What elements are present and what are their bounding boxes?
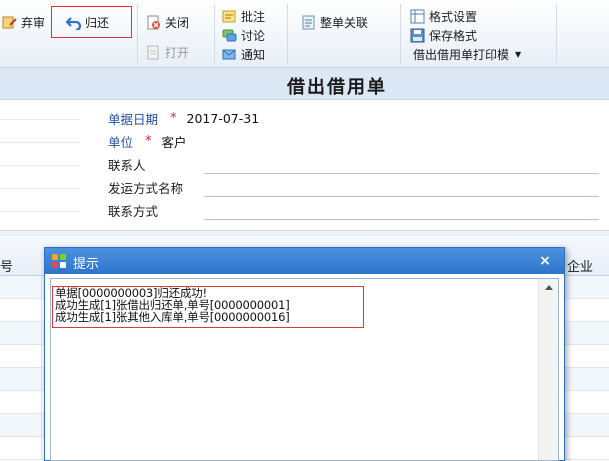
link-doc-icon <box>301 15 316 30</box>
left-field-line <box>0 188 80 189</box>
whole-link-button[interactable]: 整单关联 <box>301 12 368 32</box>
prompt-dialog: 提示 × 单据[0000000003]归还成功! 成功生成[1]张借出归还单,单… <box>44 247 565 461</box>
save-format-icon <box>410 28 425 43</box>
discuss-label: 讨论 <box>241 28 266 43</box>
close-doc-button[interactable]: 关闭 <box>146 12 189 32</box>
format-settings-icon <box>410 9 425 24</box>
shipping-method-field[interactable]: 发运方式名称 <box>108 177 599 197</box>
shipping-method-label: 发运方式名称 <box>108 180 184 196</box>
required-mark: * <box>145 133 152 149</box>
discuss-button[interactable]: 讨论 <box>222 25 265 45</box>
contact-info-input-line[interactable] <box>204 219 599 220</box>
contact-input-line[interactable] <box>204 173 599 174</box>
toolbar-separator <box>556 4 557 64</box>
notify-label: 通知 <box>241 47 266 62</box>
doc-date-value[interactable]: 2017-07-31 <box>187 111 260 126</box>
open-doc-label: 打开 <box>165 45 190 60</box>
left-field-line <box>0 211 80 212</box>
discuss-icon <box>222 28 237 43</box>
doc-date-field[interactable]: 单据日期 * 2017-07-31 <box>108 108 259 128</box>
doc-date-label: 单据日期 <box>108 111 159 127</box>
form-title-bar: 借出借用单 <box>0 68 609 100</box>
toolbar-separator <box>214 4 215 64</box>
contact-label: 联系人 <box>108 157 146 173</box>
whole-link-label: 整单关联 <box>320 15 369 30</box>
format-settings-label: 格式设置 <box>429 9 478 24</box>
toolbar-separator <box>287 4 288 64</box>
close-doc-label: 关闭 <box>165 15 190 30</box>
open-doc-button[interactable]: 打开 <box>146 42 189 62</box>
dialog-title: 提示 <box>73 257 100 272</box>
grid-header-right: 企业 <box>567 260 594 275</box>
save-format-button[interactable]: 保存格式 <box>410 25 477 45</box>
left-field-line <box>0 142 80 143</box>
unit-label: 单位 <box>108 134 134 150</box>
required-mark: * <box>170 110 177 126</box>
dialog-title-bar[interactable]: 提示 × <box>45 248 564 274</box>
notify-icon <box>222 47 237 62</box>
message-area[interactable]: 单据[0000000003]归还成功! 成功生成[1]张借出归还单,单号[000… <box>50 278 559 461</box>
notify-button[interactable]: 通知 <box>222 44 265 64</box>
form-title: 借出借用单 <box>287 77 387 98</box>
app-grid-icon <box>52 254 66 268</box>
return-label: 归还 <box>85 15 110 30</box>
contact-field[interactable]: 联系人 <box>108 154 599 174</box>
chevron-down-icon: ▼ <box>515 49 522 59</box>
return-icon <box>65 15 82 31</box>
scroll-up-arrow-icon[interactable] <box>545 285 553 290</box>
format-settings-button[interactable]: 格式设置 <box>410 6 477 26</box>
toolbar-separator <box>400 4 401 64</box>
abandon-audit-label: 弃审 <box>21 15 46 30</box>
open-doc-icon <box>146 45 161 60</box>
vertical-scrollbar[interactable] <box>538 279 558 460</box>
print-template-label: 借出借用单打印模 <box>413 47 510 62</box>
unit-value[interactable]: 客户 <box>162 132 187 151</box>
toolbar-separator <box>137 4 138 64</box>
abandon-icon <box>2 15 17 30</box>
annotate-icon <box>222 9 237 24</box>
contact-info-field[interactable]: 联系方式 <box>108 200 599 220</box>
save-format-label: 保存格式 <box>429 28 478 43</box>
annotate-button[interactable]: 批注 <box>222 6 265 26</box>
left-field-line <box>0 165 80 166</box>
close-icon[interactable]: × <box>536 252 554 270</box>
contact-info-label: 联系方式 <box>108 203 159 219</box>
return-button[interactable]: 归还 <box>65 12 110 32</box>
print-template-dropdown[interactable]: 借出借用单打印模 ▼ <box>413 44 521 64</box>
annotate-label: 批注 <box>241 9 266 24</box>
left-field-line <box>0 119 80 120</box>
shipping-method-input-line[interactable] <box>204 196 599 197</box>
toolbar: 弃审 归还 关闭 打开 批注 讨论 通知 整单关联 格式设置 保存格式 借出借用… <box>0 0 609 68</box>
grid-header-left: 号 <box>0 260 14 275</box>
unit-field[interactable]: 单位 * 客户 <box>108 131 187 151</box>
message-line: 成功生成[1]张其他入库单,单号[0000000016] <box>55 310 290 324</box>
abandon-audit-button[interactable]: 弃审 <box>2 12 45 32</box>
close-doc-icon <box>146 15 161 30</box>
form-fields: 单据日期 * 2017-07-31 单位 * 客户 联系人 发运方式名称 联系方… <box>0 100 609 230</box>
